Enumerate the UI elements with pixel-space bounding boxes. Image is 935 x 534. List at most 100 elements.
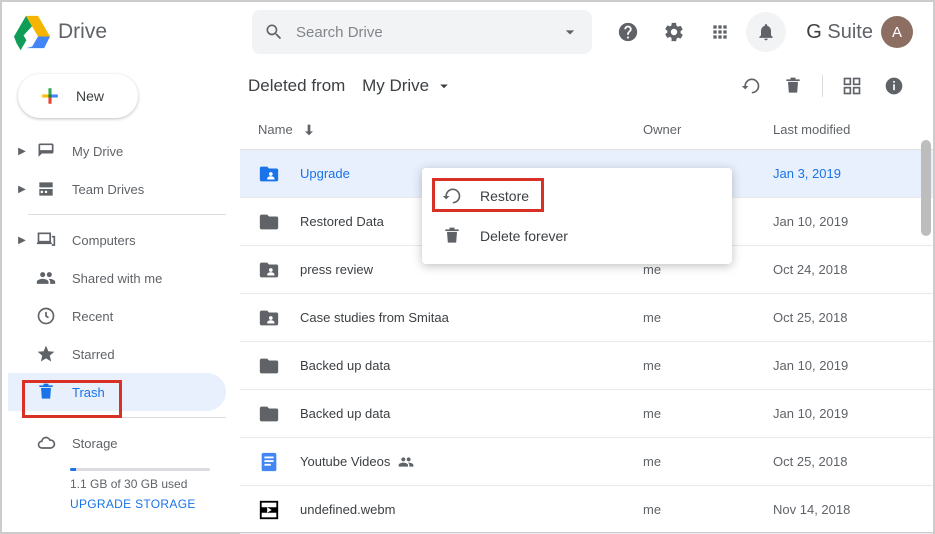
new-button[interactable]: New — [18, 74, 138, 118]
file-modified: Oct 25, 2018 — [773, 310, 913, 325]
computers-icon — [36, 230, 56, 250]
header-icons — [608, 12, 786, 52]
expand-icon[interactable]: ▶ — [12, 184, 32, 195]
file-name: undefined.webm — [300, 502, 643, 517]
sidebar-item-starred[interactable]: Starred — [8, 335, 226, 373]
help-icon[interactable] — [608, 12, 648, 52]
file-name: press review — [300, 262, 643, 277]
table-row[interactable]: Backed up data me Jan 10, 2019 — [240, 390, 933, 438]
restore-icon — [442, 186, 462, 206]
file-modified: Oct 24, 2018 — [773, 262, 913, 277]
context-delete-forever[interactable]: Delete forever — [422, 216, 732, 256]
file-type-icon — [258, 499, 300, 521]
file-modified: Jan 10, 2019 — [773, 214, 913, 229]
file-type-icon — [258, 403, 300, 425]
file-owner: me — [643, 358, 773, 373]
settings-icon[interactable] — [654, 12, 694, 52]
content: Deleted from My Drive Name Owner Last mo… — [240, 62, 933, 534]
sidebar-item-label: My Drive — [72, 144, 123, 159]
sidebar-item-shared[interactable]: Shared with me — [8, 259, 226, 297]
file-modified: Jan 3, 2019 — [773, 166, 913, 181]
shared-icon — [36, 268, 56, 288]
file-type-icon — [258, 211, 300, 233]
scrollbar[interactable] — [921, 140, 931, 236]
drive-logo-icon — [14, 14, 50, 50]
avatar[interactable]: A — [881, 16, 913, 48]
expand-icon[interactable]: ▶ — [12, 146, 32, 157]
sidebar-item-trash[interactable]: Trash — [8, 373, 226, 411]
search-dropdown-icon[interactable] — [560, 22, 580, 42]
app-title: Drive — [58, 20, 107, 44]
plus-icon — [36, 82, 64, 110]
table-header: Name Owner Last modified — [240, 110, 933, 150]
storage-used-text: 1.1 GB of 30 GB used — [70, 477, 240, 491]
search-icon — [264, 22, 284, 42]
table-row[interactable]: undefined.webm me Nov 14, 2018 — [240, 486, 933, 534]
toolbar — [732, 67, 913, 105]
sidebar-item-label: Recent — [72, 309, 113, 324]
context-restore[interactable]: Restore — [422, 176, 732, 216]
cloud-icon — [36, 433, 56, 453]
upgrade-storage-link[interactable]: UPGRADE STORAGE — [70, 497, 240, 511]
file-owner: me — [643, 262, 773, 277]
file-name: Case studies from Smitaa — [300, 310, 643, 325]
trash-icon — [442, 226, 462, 246]
file-type-icon — [258, 163, 300, 185]
breadcrumb[interactable]: Deleted from My Drive — [248, 76, 453, 96]
info-icon[interactable] — [875, 67, 913, 105]
sidebar-item-label: Team Drives — [72, 182, 144, 197]
delete-toolbar-icon[interactable] — [774, 67, 812, 105]
restore-toolbar-icon[interactable] — [732, 67, 770, 105]
notifications-icon[interactable] — [746, 12, 786, 52]
apps-icon[interactable] — [700, 12, 740, 52]
gsuite-badge[interactable]: G Suite A — [798, 12, 921, 52]
file-owner: me — [643, 454, 773, 469]
sort-arrow-icon — [301, 122, 317, 138]
sidebar-item-label: Storage — [72, 436, 118, 451]
sidebar-item-recent[interactable]: Recent — [8, 297, 226, 335]
table-row[interactable]: Case studies from Smitaa me Oct 25, 2018 — [240, 294, 933, 342]
chevron-down-icon — [435, 77, 453, 95]
file-type-icon — [258, 355, 300, 377]
header: Drive Search Drive G Suite A — [2, 2, 933, 62]
content-header: Deleted from My Drive — [240, 62, 933, 110]
new-button-label: New — [76, 88, 104, 104]
file-owner: me — [643, 502, 773, 517]
file-modified: Oct 25, 2018 — [773, 454, 913, 469]
file-modified: Nov 14, 2018 — [773, 502, 913, 517]
search-placeholder: Search Drive — [296, 24, 552, 41]
sidebar-item-computers[interactable]: ▶ Computers — [8, 221, 226, 259]
expand-icon[interactable]: ▶ — [12, 235, 32, 246]
file-owner: me — [643, 310, 773, 325]
file-name: Youtube Videos — [300, 454, 643, 470]
sidebar-item-teamdrives[interactable]: ▶ Team Drives — [8, 170, 226, 208]
sidebar: New ▶ My Drive ▶ Team Drives ▶ Computers… — [2, 62, 240, 534]
file-modified: Jan 10, 2019 — [773, 358, 913, 373]
file-type-icon — [258, 307, 300, 329]
sidebar-item-label: Starred — [72, 347, 115, 362]
sidebar-item-mydrive[interactable]: ▶ My Drive — [8, 132, 226, 170]
table-row[interactable]: Youtube Videos me Oct 25, 2018 — [240, 438, 933, 486]
storage-block: 1.1 GB of 30 GB used UPGRADE STORAGE — [8, 468, 240, 511]
search-box[interactable]: Search Drive — [252, 10, 592, 54]
column-owner[interactable]: Owner — [643, 122, 773, 137]
file-modified: Jan 10, 2019 — [773, 406, 913, 421]
file-type-icon — [258, 259, 300, 281]
column-modified[interactable]: Last modified — [773, 122, 913, 137]
star-icon — [36, 344, 56, 364]
logo-area[interactable]: Drive — [14, 14, 252, 50]
sidebar-item-storage[interactable]: Storage — [8, 424, 226, 462]
sidebar-item-label: Trash — [72, 385, 105, 400]
grid-view-icon[interactable] — [833, 67, 871, 105]
file-owner: me — [643, 406, 773, 421]
storage-bar — [70, 468, 210, 471]
context-menu: Restore Delete forever — [422, 168, 732, 264]
file-type-icon — [258, 451, 300, 473]
file-name: Backed up data — [300, 406, 643, 421]
trash-icon — [36, 382, 56, 402]
sidebar-item-label: Computers — [72, 233, 136, 248]
table-row[interactable]: Backed up data me Jan 10, 2019 — [240, 342, 933, 390]
shared-badge-icon — [398, 454, 414, 470]
column-name[interactable]: Name — [258, 122, 643, 138]
teamdrives-icon — [36, 179, 56, 199]
